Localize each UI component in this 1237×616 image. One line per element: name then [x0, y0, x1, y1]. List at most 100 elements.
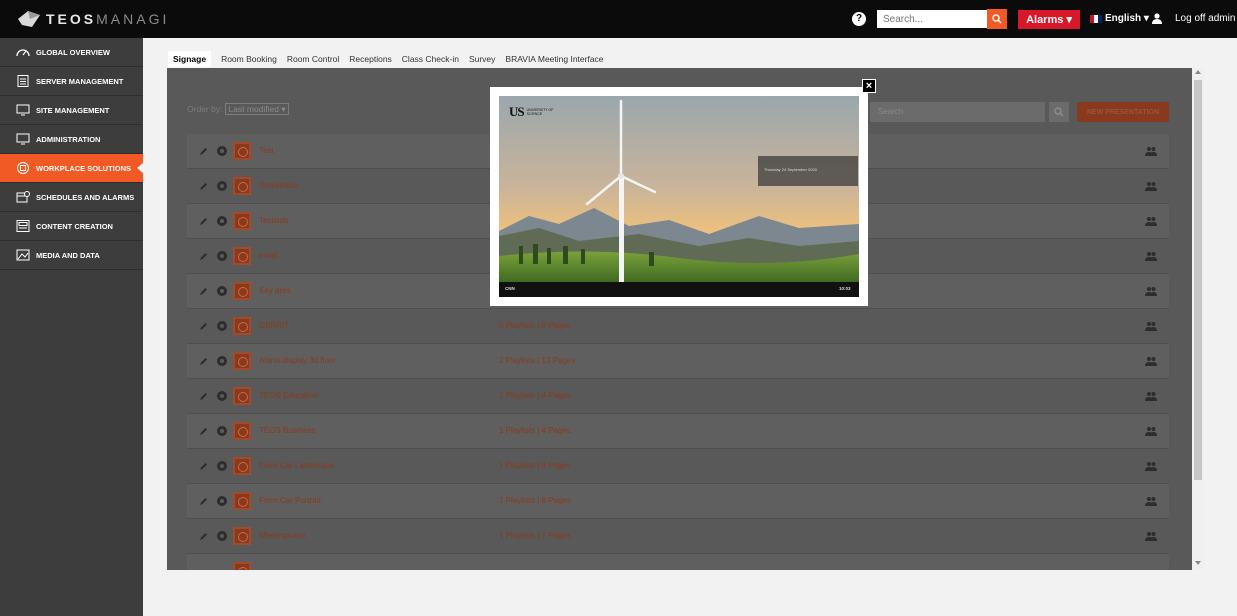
table-row[interactable] [187, 554, 1169, 570]
close-icon[interactable]: × [862, 79, 876, 93]
presentation-search-button[interactable] [1049, 102, 1069, 122]
sidebar-item-media-and-data[interactable]: MEDIA AND DATA [0, 241, 143, 270]
table-row[interactable]: TEOS Education 1 Playlists | 4 Pages [187, 379, 1169, 414]
alarms-button[interactable]: Alarms ▾ [1018, 10, 1080, 29]
scroll-thumb[interactable] [1194, 80, 1202, 480]
pencil-icon[interactable] [199, 322, 208, 331]
presentation-name[interactable]: Alarm display 3d floor [259, 356, 336, 365]
top-search-input[interactable] [877, 10, 987, 28]
play-icon[interactable] [233, 212, 251, 230]
table-row[interactable]: Form Car Portrait 1 Playlists | 8 Pages [187, 484, 1169, 519]
presentation-name[interactable]: Meetingroom [259, 531, 306, 540]
sidebar-item-content-creation[interactable]: CONTENT CREATION [0, 212, 143, 241]
users-icon[interactable] [1145, 146, 1157, 156]
tab-signage[interactable]: Signage [168, 51, 212, 67]
new-presentation-button[interactable]: NEW PRESENTATION [1077, 102, 1169, 122]
play-icon[interactable] [233, 527, 251, 545]
table-row[interactable]: TEOS Business 1 Playlists | 4 Pages [187, 414, 1169, 449]
sidebar-item-server-management[interactable]: SERVER MANAGEMENT [0, 67, 143, 96]
users-icon[interactable] [1145, 426, 1157, 436]
scroll-down-icon[interactable] [1195, 561, 1201, 565]
tab-receptions[interactable]: Receptions [349, 54, 392, 64]
sidebar-item-schedules-and-alarms[interactable]: SCHEDULES AND ALARMS [0, 183, 143, 212]
presentation-name[interactable]: TEOS Business [259, 426, 315, 435]
presentation-name[interactable]: Test [259, 146, 274, 155]
gear-icon[interactable] [217, 356, 227, 366]
play-icon[interactable] [233, 282, 251, 300]
pencil-icon[interactable] [199, 497, 208, 506]
tab-class-check-in[interactable]: Class Check-in [402, 54, 459, 64]
pencil-icon[interactable] [199, 392, 208, 401]
play-icon[interactable] [233, 457, 251, 475]
play-icon[interactable] [233, 562, 251, 570]
play-icon[interactable] [233, 247, 251, 265]
gear-icon[interactable] [217, 251, 227, 261]
sidebar-item-administration[interactable]: ADMINISTRATION [0, 125, 143, 154]
users-icon[interactable] [1145, 531, 1157, 541]
help-icon[interactable]: ? [852, 12, 866, 26]
pencil-icon[interactable] [199, 427, 208, 436]
presentation-name[interactable]: TEOS Education [259, 391, 319, 400]
sidebar-item-site-management[interactable]: SITE MANAGEMENT [0, 96, 143, 125]
gear-icon[interactable] [217, 461, 227, 471]
pencil-icon[interactable] [199, 357, 208, 366]
gear-icon[interactable] [217, 181, 227, 191]
sidebar-item-workplace-solutions[interactable]: WORKPLACE SOLUTIONS [0, 154, 144, 183]
table-row[interactable]: Alarm display 3d floor 2 Playlists | 13 … [187, 344, 1169, 379]
gear-icon[interactable] [217, 321, 227, 331]
users-icon[interactable] [1145, 461, 1157, 471]
tab-survey[interactable]: Survey [469, 54, 495, 64]
play-icon[interactable] [233, 177, 251, 195]
pencil-icon[interactable] [199, 182, 208, 191]
pencil-icon[interactable] [199, 147, 208, 156]
tab-room-booking[interactable]: Room Booking [221, 54, 277, 64]
gear-icon[interactable] [217, 496, 227, 506]
play-icon[interactable] [233, 492, 251, 510]
table-row[interactable]: Meetingroom 1 Playlists | 7 Pages [187, 519, 1169, 554]
pencil-icon[interactable] [199, 252, 208, 261]
table-row[interactable]: GERRIT 0 Playlists | 0 Pages [187, 309, 1169, 344]
pencil-icon[interactable] [199, 532, 208, 541]
pencil-icon[interactable] [199, 287, 208, 296]
table-row[interactable]: Form Car Landscape 1 Playlists | 9 Pages [187, 449, 1169, 484]
gear-icon[interactable] [217, 426, 227, 436]
users-icon[interactable] [1145, 286, 1157, 296]
users-icon[interactable] [1145, 496, 1157, 506]
pencil-icon[interactable] [199, 217, 208, 226]
users-icon[interactable] [1145, 181, 1157, 191]
scroll-up-icon[interactable] [1195, 70, 1201, 74]
order-by-select[interactable]: Last modified ▾ [225, 103, 289, 115]
presentation-search-input[interactable]: Search [870, 102, 1045, 122]
users-icon[interactable] [1145, 251, 1157, 261]
play-icon[interactable] [233, 317, 251, 335]
language-selector[interactable]: English ▾ [1090, 13, 1149, 24]
play-icon[interactable] [233, 422, 251, 440]
scrollbar[interactable] [1192, 68, 1204, 570]
gear-icon[interactable] [217, 286, 227, 296]
users-icon[interactable] [1145, 391, 1157, 401]
gear-icon[interactable] [217, 391, 227, 401]
gear-icon[interactable] [217, 146, 227, 156]
presentation-name[interactable]: Testweb [259, 216, 288, 225]
app-logo[interactable]: TEOSMANAGI [18, 11, 169, 27]
presentation-name[interactable]: Form Car Landscape [259, 461, 334, 470]
top-search-button[interactable] [987, 9, 1007, 29]
sidebar-item-global-overview[interactable]: GLOBAL OVERVIEW [0, 38, 143, 67]
logoff-link[interactable]: Log off admin [1175, 13, 1235, 24]
pencil-icon[interactable] [199, 462, 208, 471]
users-icon[interactable] [1145, 356, 1157, 366]
presentation-name[interactable]: email [259, 251, 278, 260]
presentation-name[interactable]: Form Car Portrait [259, 496, 321, 505]
play-icon[interactable] [233, 387, 251, 405]
users-icon[interactable] [1145, 321, 1157, 331]
gear-icon[interactable] [217, 216, 227, 226]
users-icon[interactable] [1145, 216, 1157, 226]
tab-room-control[interactable]: Room Control [287, 54, 339, 64]
play-icon[interactable] [233, 142, 251, 160]
play-icon[interactable] [233, 352, 251, 370]
gear-icon[interactable] [217, 531, 227, 541]
presentation-name[interactable]: Key pres [259, 286, 291, 295]
presentation-name[interactable]: GERRIT [259, 321, 289, 330]
presentation-name[interactable]: Testwillsbiz [259, 181, 299, 190]
tab-bravia-meeting-interface[interactable]: BRAVIA Meeting Interface [505, 54, 603, 64]
